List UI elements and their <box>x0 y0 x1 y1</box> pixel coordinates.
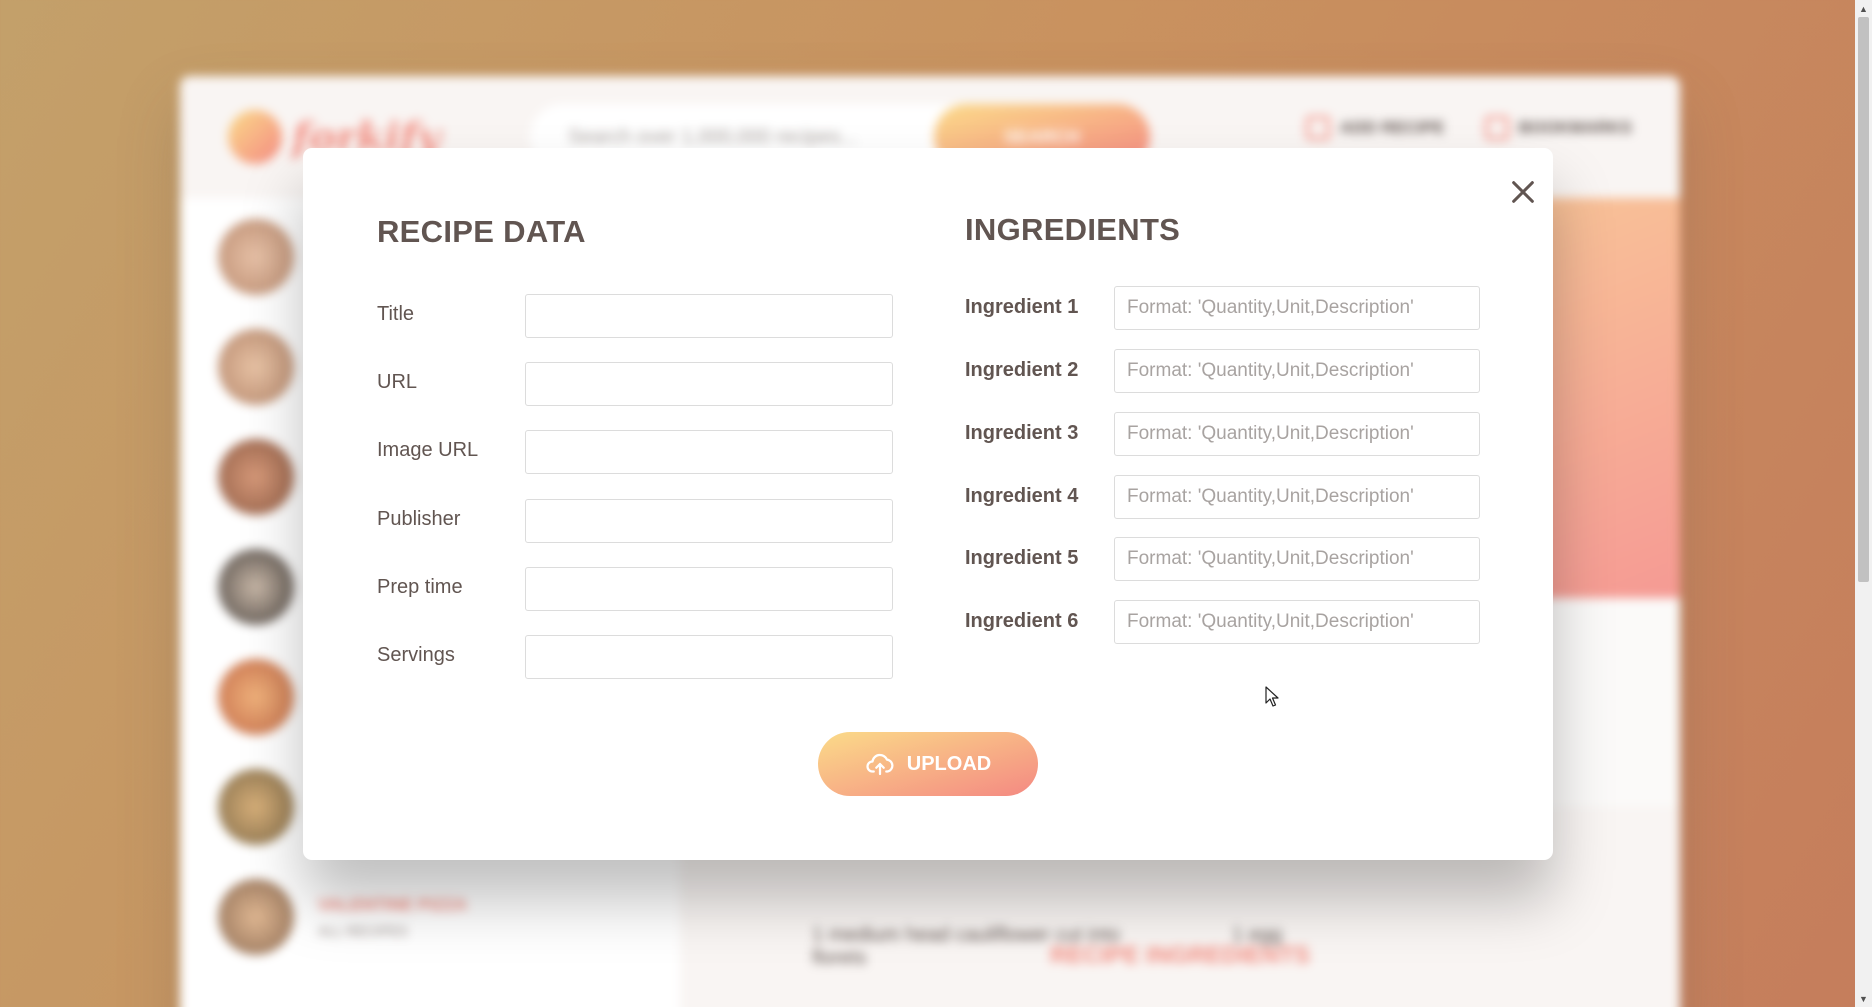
result-thumbnail <box>218 659 294 735</box>
servings-input[interactable] <box>525 635 893 679</box>
result-thumbnail <box>218 879 294 955</box>
recipe-data-heading: RECIPE DATA <box>377 214 586 249</box>
ingredient-item: 1 egg <box>1232 924 1283 946</box>
result-thumbnail <box>218 549 294 625</box>
ingredient-5-label: Ingredient 5 <box>965 547 1079 569</box>
result-thumbnail <box>218 439 294 515</box>
ingredient-3-input[interactable] <box>1114 412 1480 456</box>
close-button[interactable] <box>1501 170 1545 214</box>
ingredient-4-input[interactable] <box>1114 475 1480 519</box>
upload-label: UPLOAD <box>906 752 992 775</box>
page-scrollbar[interactable]: ▲ ▼ <box>1855 0 1872 1007</box>
prep-time-label: Prep time <box>377 576 463 598</box>
publisher-input[interactable] <box>525 499 893 543</box>
ingredient-item: 1 medium head cauliflower cut into flore… <box>812 924 1120 969</box>
ingredient-2-input[interactable] <box>1114 349 1480 393</box>
url-input[interactable] <box>525 362 893 406</box>
scrollbar-thumb[interactable] <box>1858 17 1869 582</box>
close-icon[interactable] <box>1509 178 1537 206</box>
result-thumbnail <box>218 769 294 845</box>
ingredient-1-input[interactable] <box>1114 286 1480 330</box>
add-recipe-nav: ADD RECIPE <box>1305 116 1445 140</box>
bookmarks-nav: BOOKMARKS <box>1484 116 1632 140</box>
list-item: VALENTINE PIZZA ALL RECIPES <box>218 872 658 962</box>
image-url-input[interactable] <box>525 430 893 474</box>
edit-icon <box>1305 116 1330 140</box>
logo-icon <box>228 110 282 164</box>
ingredient-2-label: Ingredient 2 <box>965 359 1079 381</box>
servings-label: Servings <box>377 644 455 666</box>
result-title: VALENTINE PIZZA <box>318 895 467 914</box>
add-recipe-modal: RECIPE DATA INGREDIENTS Title URL Image … <box>303 148 1553 860</box>
bookmarks-label: BOOKMARKS <box>1518 118 1632 137</box>
prep-time-input[interactable] <box>525 567 893 611</box>
title-input[interactable] <box>525 294 893 338</box>
result-thumbnail <box>218 219 294 295</box>
cloud-upload-icon <box>866 753 894 776</box>
add-recipe-label: ADD RECIPE <box>1339 118 1445 137</box>
url-label: URL <box>377 371 418 393</box>
title-label: Title <box>377 303 415 325</box>
mouse-cursor-icon <box>1265 686 1279 707</box>
ingredient-5-input[interactable] <box>1114 537 1480 581</box>
scroll-down-arrow-icon[interactable]: ▼ <box>1855 990 1872 1007</box>
result-publisher: ALL RECIPES <box>318 923 408 939</box>
bookmark-icon <box>1484 116 1509 140</box>
ingredients-heading: INGREDIENTS <box>965 212 1181 247</box>
scroll-up-arrow-icon[interactable]: ▲ <box>1855 0 1872 17</box>
search-input: Search over 1,000,000 recipes... <box>568 125 858 148</box>
publisher-label: Publisher <box>377 508 461 530</box>
header-nav: ADD RECIPE BOOKMARKS <box>1305 116 1632 140</box>
upload-button[interactable]: UPLOAD <box>818 732 1038 796</box>
ingredient-6-label: Ingredient 6 <box>965 610 1079 632</box>
ingredient-4-label: Ingredient 4 <box>965 485 1079 507</box>
ingredient-1-label: Ingredient 1 <box>965 296 1079 318</box>
result-thumbnail <box>218 329 294 405</box>
image-url-label: Image URL <box>377 439 479 461</box>
ingredient-6-input[interactable] <box>1114 600 1480 644</box>
ingredient-3-label: Ingredient 3 <box>965 422 1079 444</box>
